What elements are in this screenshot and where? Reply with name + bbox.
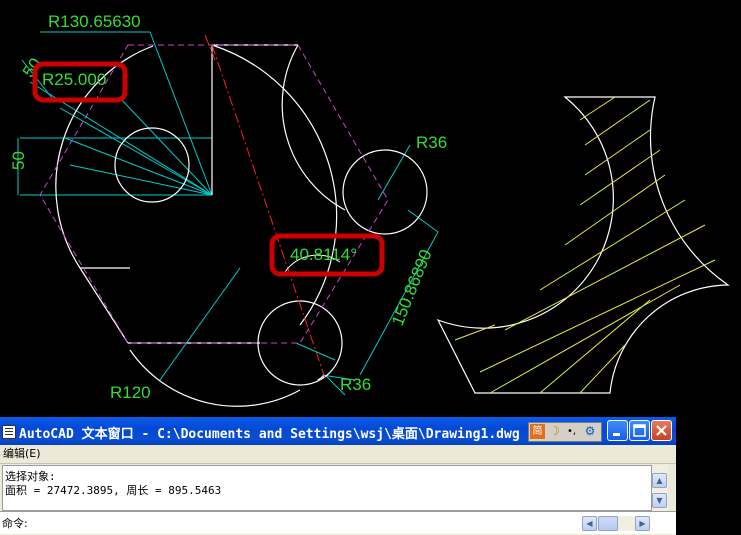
ime-toolbar[interactable]: 简 ☽ •, ⚙ [528, 422, 602, 442]
dim-r-outer: R130.65630 [48, 12, 141, 31]
hatched-region[interactable] [436, 96, 730, 394]
title-bar[interactable]: AutoCAD 文本窗口 - C:\Documents and Settings… [0, 417, 676, 445]
close-icon [656, 425, 667, 436]
scroll-right-button[interactable]: ▶ [635, 516, 650, 531]
command-prompt: 命令: [2, 517, 28, 530]
dim-r-inner: R25.000 [42, 70, 106, 89]
horizontal-scrollbar[interactable]: ◀ ▶ [582, 516, 650, 531]
hatch-lines [454, 96, 716, 394]
history-line: 面积 = 27472.3895, 周长 = 895.5463 [5, 484, 222, 497]
command-line[interactable]: 命令: ◀ ▶ [0, 511, 676, 534]
text-window[interactable]: AutoCAD 文本窗口 - C:\Documents and Settings… [0, 417, 676, 535]
moon-icon[interactable]: ☽ [547, 424, 562, 439]
vertical-scrollbar[interactable]: ▲ ▼ [652, 465, 668, 511]
dim-r120: R120 [110, 383, 151, 402]
scroll-thumb[interactable] [598, 516, 618, 531]
scroll-left-button[interactable]: ◀ [582, 516, 597, 531]
command-history[interactable]: 选择对象: 面积 = 27472.3895, 周长 = 895.5463 [2, 465, 652, 511]
menu-edit[interactable]: 编辑(E) [3, 446, 41, 462]
ime-mode-icon[interactable]: 简 [530, 424, 545, 439]
scroll-up-button[interactable]: ▲ [652, 473, 667, 488]
scroll-down-button[interactable]: ▼ [652, 493, 667, 508]
close-button[interactable] [651, 420, 672, 441]
punctuation-icon[interactable]: •, [564, 424, 579, 439]
minimize-icon [613, 433, 620, 436]
minimize-button[interactable] [607, 420, 628, 441]
tool-icon[interactable]: ⚙ [582, 424, 598, 439]
window-icon[interactable] [2, 425, 16, 439]
maximize-button[interactable] [629, 420, 650, 441]
centerline [204, 34, 326, 379]
dim-r36-top: R36 [416, 133, 447, 152]
dim-r36-bottom: R36 [340, 375, 371, 394]
menu-bar: 编辑(E) [0, 445, 676, 464]
dim-50-left: 50 [9, 151, 28, 170]
maximize-icon [633, 424, 646, 437]
dim-angle: 40.8114° [290, 245, 357, 264]
dim-length: 150.86890 [388, 247, 436, 329]
window-title: AutoCAD 文本窗口 - C:\Documents and Settings… [19, 427, 520, 442]
